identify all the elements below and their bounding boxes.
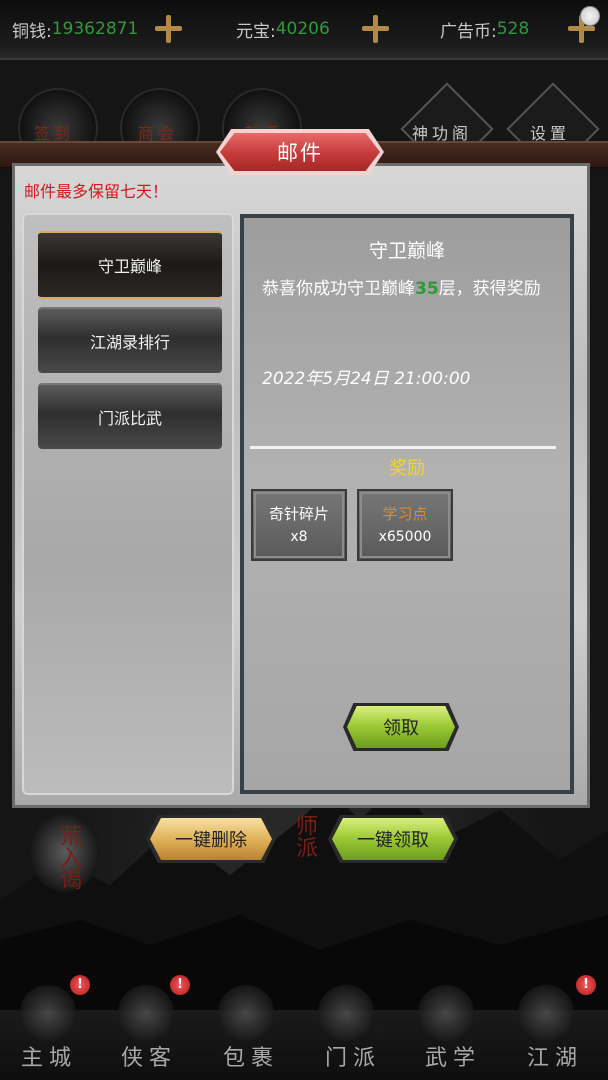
- currency-bar: 铜钱: 19362871 元宝: 40206 广告币: 528: [0, 0, 608, 60]
- nav-item-heroes[interactable]: 侠客: [104, 1040, 194, 1072]
- reward-qty: x65000: [378, 529, 432, 545]
- claim-all-button[interactable]: 一键领取: [332, 818, 454, 860]
- background-deco-text: 荒入谒: [56, 824, 81, 890]
- reward-item[interactable]: 学习点 x65000: [357, 489, 453, 561]
- nav-jianghu-badge: !: [576, 975, 596, 995]
- nav-jianghu-icon: [518, 985, 574, 1041]
- nav-main-city-icon: [20, 985, 76, 1041]
- nav-martial-icon: [418, 985, 474, 1041]
- mail-list-item-selected[interactable]: 守卫巅峰: [38, 231, 222, 299]
- retention-notice: 邮件最多保留七天！: [24, 182, 169, 201]
- mail-date: 2022年5月24日 21:00:00: [262, 369, 471, 389]
- yuanbao-label: 元宝:: [236, 21, 276, 42]
- nav-item-sect[interactable]: 门派: [308, 1040, 398, 1072]
- reward-name: 学习点: [382, 505, 428, 523]
- adcoin-display: 广告币: 528: [440, 12, 529, 46]
- reward-qty: x8: [290, 529, 308, 545]
- delete-all-button[interactable]: 一键删除: [150, 818, 272, 860]
- dialog-title: 邮件: [220, 133, 380, 171]
- nav-bag-badge: !: [170, 975, 190, 995]
- mail-list-item[interactable]: 门派比武: [38, 383, 222, 449]
- adcoin-label: 广告币:: [440, 21, 497, 42]
- nav-item-jianghu[interactable]: 江湖: [510, 1040, 600, 1072]
- reward-name: 奇针碎片: [268, 505, 329, 523]
- mail-body-prefix: 恭喜你成功守卫巅峰: [262, 279, 415, 299]
- divider: [250, 446, 556, 449]
- background-deco-text: 师派: [292, 814, 317, 858]
- claim-button[interactable]: 领取: [347, 706, 455, 748]
- nav-sect-icon: [318, 985, 374, 1041]
- yuanbao-display: 元宝: 40206: [236, 12, 330, 46]
- mail-list-item[interactable]: 江湖录排行: [38, 307, 222, 373]
- reward-header: 奖励: [389, 458, 425, 479]
- copper-label: 铜钱:: [12, 21, 52, 42]
- mail-body-highlight: 35: [415, 279, 439, 299]
- mail-body-suffix: 层，获得奖励: [438, 279, 541, 299]
- mail-body: 恭喜你成功守卫巅峰35层，获得奖励: [262, 278, 552, 301]
- add-copper-icon[interactable]: [153, 12, 183, 46]
- nav-heroes-icon: [118, 985, 174, 1041]
- copper-value: 19362871: [51, 19, 139, 39]
- copper-display: 铜钱: 19362871: [12, 12, 138, 46]
- reward-item[interactable]: 奇针碎片 x8: [251, 489, 347, 561]
- nav-bag-icon: [218, 985, 274, 1041]
- mail-title: 守卫巅峰: [368, 240, 445, 262]
- nav-item-bag[interactable]: 包裹: [206, 1040, 296, 1072]
- nav-item-main-city[interactable]: 主城: [4, 1040, 94, 1072]
- nav-heroes-badge: !: [70, 975, 90, 995]
- nav-item-martial[interactable]: 武学: [408, 1040, 498, 1072]
- add-yuanbao-icon[interactable]: [360, 12, 390, 46]
- adcoin-value: 528: [496, 19, 530, 39]
- mail-list-panel: 守卫巅峰 江湖录排行 门派比武: [22, 213, 234, 795]
- yuanbao-value: 40206: [275, 19, 330, 39]
- settings-dot-icon[interactable]: [580, 6, 600, 26]
